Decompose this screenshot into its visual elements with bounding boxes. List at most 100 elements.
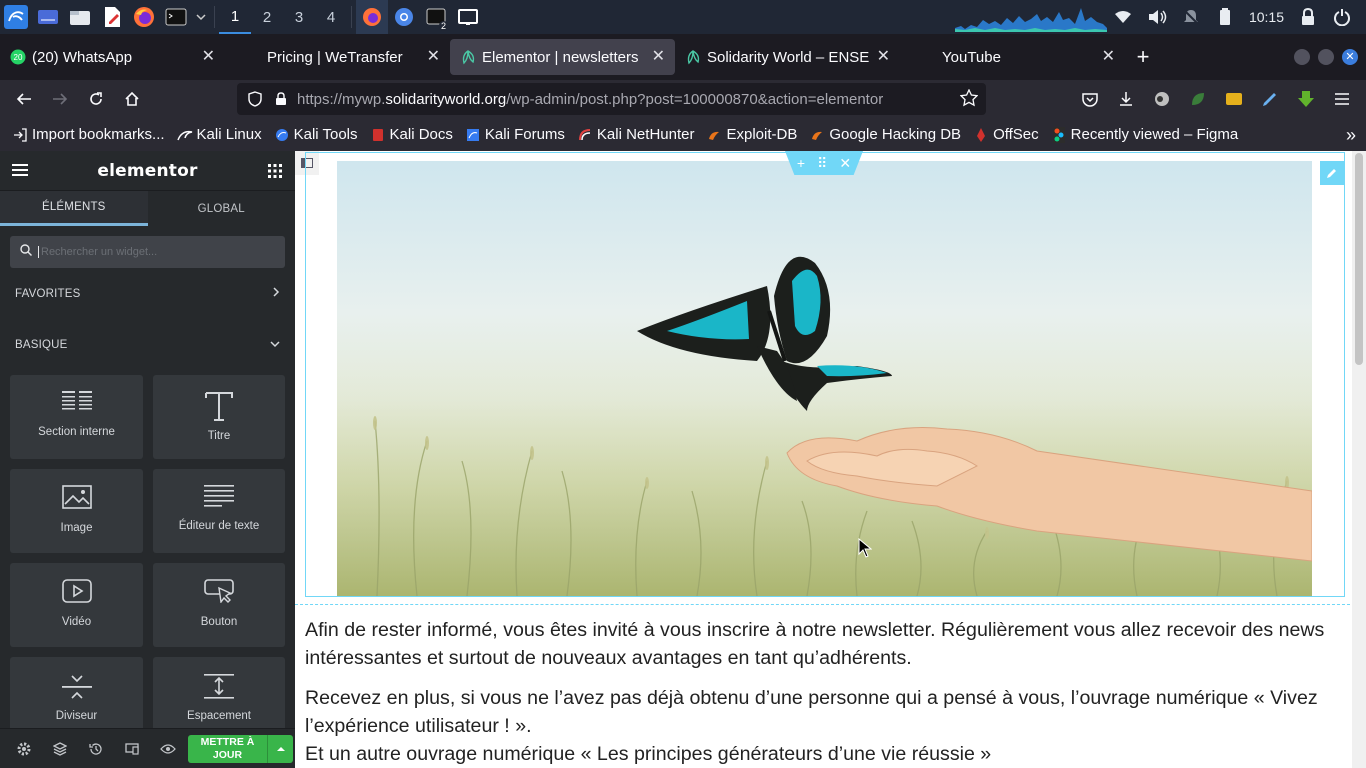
tab-whatsapp[interactable]: 20 (20) WhatsApp ✕ — [0, 39, 225, 75]
close-window-button[interactable]: ✕ — [1342, 49, 1358, 65]
delete-section-icon[interactable]: ✕ — [839, 155, 851, 172]
bookmark-star-icon[interactable] — [959, 88, 979, 112]
more-bookmarks-chevron-icon[interactable]: » — [1346, 125, 1356, 146]
bookmark-kali-nethunter[interactable]: Kali NetHunter — [577, 126, 694, 143]
tab-elementor[interactable]: Elementor | newsletters ✕ — [450, 39, 675, 75]
workspace-1[interactable]: 1 — [219, 0, 251, 34]
kali-menu-icon[interactable] — [0, 0, 32, 34]
butterfly-hands-illustration — [337, 256, 1312, 596]
file-manager-icon[interactable] — [64, 0, 96, 34]
workspace-2[interactable]: 2 — [251, 0, 283, 34]
volume-icon[interactable] — [1147, 7, 1167, 27]
add-section-icon[interactable]: + — [797, 155, 805, 171]
scrollbar-thumb[interactable] — [1355, 153, 1363, 365]
mouse-cursor-icon — [858, 538, 872, 558]
widget-text-editor[interactable]: Éditeur de texte — [153, 469, 285, 553]
bookmark-figma[interactable]: Recently viewed – Figma — [1051, 126, 1238, 143]
responsive-mode-icon[interactable] — [114, 729, 150, 768]
lock-icon[interactable] — [1298, 7, 1318, 27]
update-button[interactable]: METTRE À JOUR — [188, 734, 267, 763]
notifications-muted-icon[interactable] — [1181, 7, 1201, 27]
ghdb-icon — [809, 127, 825, 143]
show-desktop-icon[interactable] — [32, 0, 64, 34]
elementor-panel: elementor ÉLÉMENTS GLOBAL FAVORITES BASI… — [0, 151, 295, 768]
forward-button[interactable] — [42, 83, 78, 115]
extension-pen-icon[interactable] — [1252, 83, 1288, 115]
downloads-icon[interactable] — [1108, 83, 1144, 115]
extension-download-arrow-icon[interactable] — [1288, 83, 1324, 115]
wifi-icon[interactable] — [1113, 7, 1133, 27]
history-icon[interactable] — [78, 729, 114, 768]
bookmark-offsec[interactable]: OffSec — [973, 126, 1039, 143]
firefox-window-icon[interactable] — [356, 0, 388, 34]
widget-grid: Section interne Titre Image Éditeur de t… — [10, 375, 285, 741]
back-button[interactable] — [6, 83, 42, 115]
hero-image[interactable] — [337, 161, 1312, 596]
extension-leaf-icon[interactable] — [1180, 83, 1216, 115]
divider-icon — [61, 673, 92, 706]
tab-solidarity-world[interactable]: Solidarity World – ENSEM ✕ — [675, 39, 900, 75]
reload-button[interactable] — [78, 83, 114, 115]
chromium-window-icon[interactable] — [388, 0, 420, 34]
category-label: BASIQUE — [15, 338, 68, 351]
widget-heading[interactable]: Titre — [153, 375, 285, 459]
category-basic[interactable]: BASIQUE — [0, 319, 295, 370]
widget-button[interactable]: Bouton — [153, 563, 285, 647]
tab-elements[interactable]: ÉLÉMENTS — [0, 191, 148, 226]
terminal-window-icon[interactable]: 2 — [420, 0, 452, 34]
extension-gear-icon[interactable] — [1144, 83, 1180, 115]
url-bar[interactable]: https://mywp.solidarityworld.org/wp-admi… — [237, 83, 986, 115]
close-tab-icon[interactable]: ✕ — [202, 48, 215, 66]
tab-youtube[interactable]: YouTube ✕ — [900, 39, 1125, 75]
widget-inner-section[interactable]: Section interne — [10, 375, 143, 459]
new-tab-button[interactable]: + — [1125, 39, 1161, 75]
bookmark-kali-linux[interactable]: Kali Linux — [176, 126, 262, 143]
settings-gear-icon[interactable] — [6, 729, 42, 768]
tab-global[interactable]: GLOBAL — [148, 191, 296, 226]
category-favorites[interactable]: FAVORITES — [0, 268, 295, 319]
canvas-scrollbar[interactable] — [1352, 151, 1366, 768]
import-icon — [12, 127, 28, 143]
widget-image[interactable]: Image — [10, 469, 143, 553]
minimize-window-button[interactable] — [1294, 49, 1310, 65]
youtube-icon — [910, 49, 926, 65]
terminal-icon[interactable] — [160, 0, 192, 34]
hamburger-menu-icon[interactable] — [12, 163, 28, 182]
chevron-down-icon[interactable] — [192, 0, 210, 34]
bookmark-kali-tools[interactable]: Kali Tools — [274, 126, 358, 143]
workspace-4[interactable]: 4 — [315, 0, 347, 34]
navigator-layers-icon[interactable] — [42, 729, 78, 768]
text-editor-content[interactable]: Afin de rester informé, vous êtes invité… — [305, 616, 1350, 768]
preview-eye-icon[interactable] — [150, 729, 186, 768]
padlock-icon[interactable] — [271, 89, 291, 109]
screen-window-icon[interactable] — [452, 0, 484, 34]
bookmark-google-hacking-db[interactable]: Google Hacking DB — [809, 126, 961, 143]
widgets-grid-icon[interactable] — [268, 164, 282, 183]
bookmark-import[interactable]: Import bookmarks... — [12, 126, 165, 143]
bookmark-exploit-db[interactable]: Exploit-DB — [706, 126, 797, 143]
tracking-shield-icon[interactable] — [245, 89, 265, 109]
whatsapp-icon: 20 — [10, 49, 26, 65]
bookmark-kali-forums[interactable]: Kali Forums — [465, 126, 565, 143]
hamburger-menu-icon[interactable] — [1324, 83, 1360, 115]
home-button[interactable] — [114, 83, 150, 115]
edit-widget-pencil-icon[interactable] — [1320, 161, 1344, 185]
update-options-caret-icon[interactable] — [267, 734, 293, 763]
close-tab-icon[interactable]: ✕ — [877, 48, 890, 66]
close-tab-icon[interactable]: ✕ — [427, 48, 440, 66]
widget-search-input[interactable] — [38, 246, 268, 258]
text-editor-icon[interactable] — [96, 0, 128, 34]
firefox-icon[interactable] — [128, 0, 160, 34]
maximize-window-button[interactable] — [1318, 49, 1334, 65]
extension-yellow-icon[interactable] — [1216, 83, 1252, 115]
workspace-3[interactable]: 3 — [283, 0, 315, 34]
close-tab-icon[interactable]: ✕ — [1102, 48, 1115, 66]
close-tab-icon[interactable]: ✕ — [652, 48, 665, 66]
drag-handle-icon[interactable]: ⠿ — [817, 155, 827, 172]
power-icon[interactable] — [1332, 7, 1352, 27]
widget-video[interactable]: Vidéo — [10, 563, 143, 647]
tab-wetransfer[interactable]: Pricing | WeTransfer ✕ — [225, 39, 450, 75]
chevron-right-icon — [272, 287, 280, 300]
pocket-icon[interactable] — [1072, 83, 1108, 115]
bookmark-kali-docs[interactable]: Kali Docs — [370, 126, 453, 143]
